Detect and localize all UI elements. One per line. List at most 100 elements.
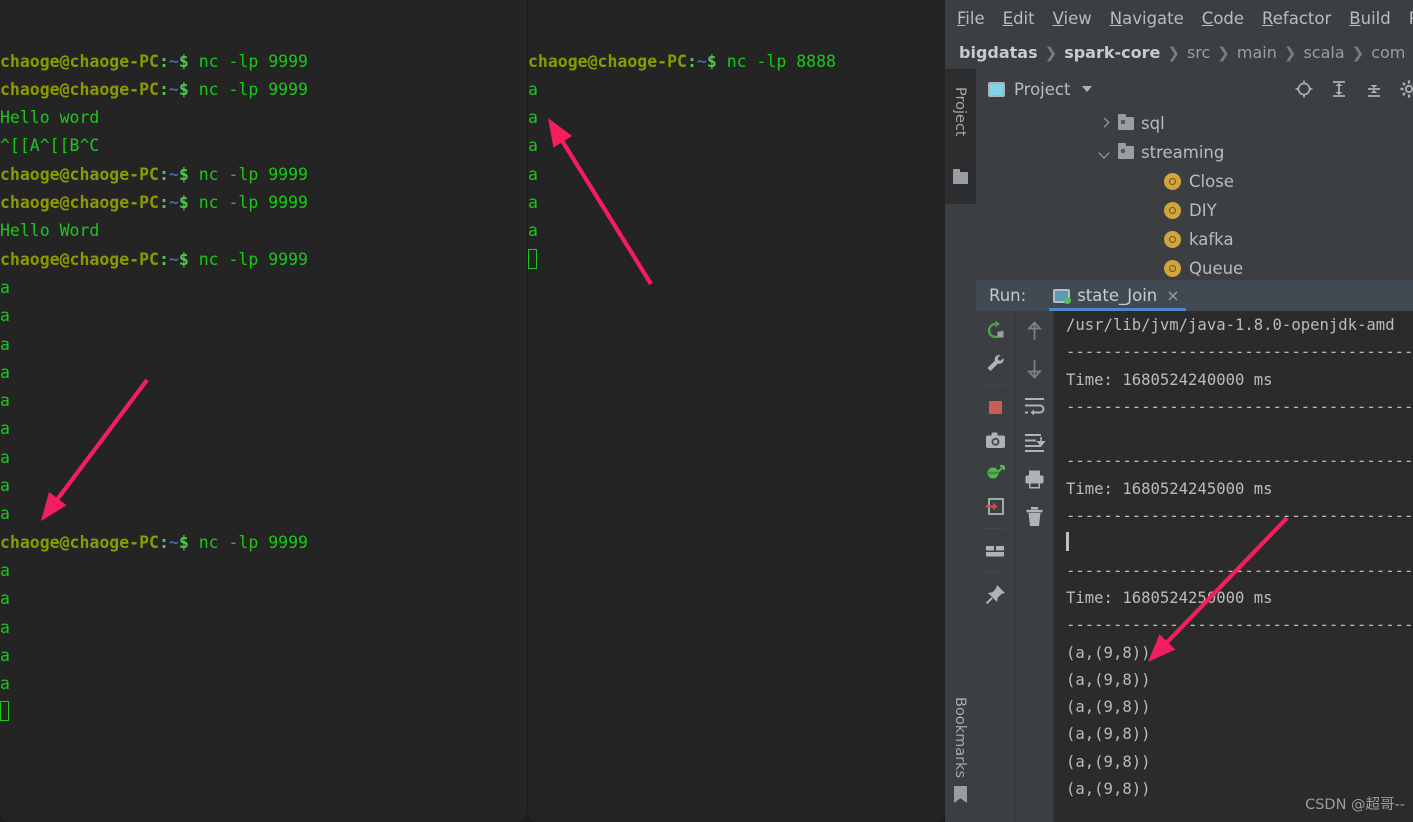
chevron-right-icon[interactable] [1098,117,1112,131]
tree-node-DIY[interactable]: DIY [976,196,1413,225]
terminal-command: nc -lp 9999 [188,79,308,99]
terminal-prompt-line: chaoge@chaoge-PC:~$ nc -lp 9999 [0,246,527,274]
folder-icon [953,169,968,184]
terminal-left-output[interactable]: chaoge@chaoge-PC:~$ nc -lp 9999 chaoge@ch… [0,48,527,727]
breadcrumb-item-src[interactable]: src [1187,43,1210,62]
terminal-output-line: Hello word [0,104,527,132]
tool-window-button-project[interactable]: Project [952,87,968,137]
terminal-path: ~ [168,249,179,269]
terminal-output-text: a [0,447,10,467]
collapse-all-icon[interactable] [1364,79,1384,99]
terminal-output-line: a [0,670,527,698]
soft-wrap-icon[interactable] [1023,394,1046,417]
terminal-middle-window[interactable]: chaoge@chaoge-PC:~$ nc -lp 8888 a a a a a a [528,0,945,822]
toolbar-separator [984,385,1006,386]
terminal-prompt-line: chaoge@chaoge-PC:~$ nc -lp 8888 [528,48,945,76]
terminal-middle-output[interactable]: chaoge@chaoge-PC:~$ nc -lp 8888 a a a a a a [528,48,945,274]
terminal-path: ~ [168,79,179,99]
layout-icon[interactable] [984,539,1007,562]
expand-all-icon[interactable] [1329,79,1349,99]
rerun-icon[interactable] [984,319,1007,342]
arrow-up-icon[interactable] [1023,320,1046,343]
run-tab-state-join[interactable]: state_Join × [1049,280,1186,311]
terminal-dollar: $ [706,51,717,71]
pin-icon[interactable] [984,583,1007,606]
console-line: ------------------------------------- [1066,561,1413,580]
arrow-down-icon[interactable] [1023,357,1046,380]
menu-item-build[interactable]: Build [1349,9,1390,28]
export-icon[interactable] [984,495,1007,518]
terminal-dollar: $ [178,249,189,269]
menu-item-code[interactable]: Code [1202,9,1244,28]
terminal-output-line: a [0,642,527,670]
run-console-output[interactable]: /usr/lib/jvm/java-1.8.0-openjdk-amd -----… [1054,311,1413,822]
breadcrumb-item-com[interactable]: com [1371,43,1405,62]
scroll-to-end-icon[interactable] [1023,431,1046,454]
chevron-down-icon[interactable] [1098,146,1112,160]
project-tree[interactable]: sql streaming Close DIY kafka Queue [976,109,1413,280]
terminal-command: nc -lp 8888 [716,51,836,71]
console-line: ------------------------------------- [1066,507,1413,526]
tree-node-Close[interactable]: Close [976,167,1413,196]
scala-object-icon [1164,173,1181,190]
terminal-output-line: a [0,500,527,528]
terminal-command: nc -lp 9999 [188,249,308,269]
run-config-icon [1053,288,1072,304]
run-label: Run: [989,286,1027,305]
tree-node-label: kafka [1189,230,1234,249]
menu-item-edit[interactable]: Edit [1003,9,1035,28]
breadcrumb-item-scala[interactable]: scala [1303,43,1344,62]
stop-icon[interactable] [984,396,1007,419]
console-line: Time: 1680524245000 ms [1066,479,1273,498]
terminal-left-window[interactable]: chaoge@chaoge-PC:~$ nc -lp 9999 chaoge@ch… [0,0,527,822]
folder-icon [1118,114,1134,130]
breadcrumb-item-main[interactable]: main [1237,43,1277,62]
terminal-dollar: $ [178,79,189,99]
terminal-host: chaoge@chaoge-PC [0,51,159,71]
print-icon[interactable] [1023,468,1046,491]
terminal-output-text: a [0,306,10,326]
close-icon[interactable]: × [1166,286,1179,305]
terminal-prompt-line: chaoge@chaoge-PC:~$ nc -lp 9999 [0,76,527,104]
tool-window-button-bookmarks[interactable]: Bookmarks [952,697,968,778]
thread-dump-icon[interactable] [984,462,1007,485]
screenshot-root: chaoge@chaoge-PC:~$ nc -lp 9999 chaoge@ch… [0,0,1413,822]
terminal-colon: : [686,51,697,71]
run-toolbar-secondary [1015,311,1054,822]
terminal-colon: : [158,79,169,99]
menu-item-run[interactable]: Run [1409,9,1413,28]
menu-item-navigate[interactable]: Navigate [1110,9,1184,28]
terminal-colon: : [158,249,169,269]
tree-node-label: sql [1141,114,1165,133]
tree-node-streaming[interactable]: streaming [976,138,1413,167]
terminal-path: ~ [696,51,707,71]
settings-wrench-icon[interactable] [984,352,1007,375]
tree-node-kafka[interactable]: kafka [976,225,1413,254]
breadcrumb: bigdatas❯spark-core❯src❯main❯scala❯com❯a… [945,36,1413,69]
scala-object-icon [1164,231,1181,248]
terminal-output-line: a [0,614,527,642]
tree-node-label: Queue [1189,259,1244,278]
terminal-output-text: a [528,164,538,184]
gear-icon[interactable] [1399,79,1413,99]
console-line: (a,(9,8)) [1066,670,1151,689]
menu-item-file[interactable]: File [957,9,985,28]
console-line [1066,530,1413,557]
trash-icon[interactable] [1023,505,1046,528]
terminal-colon: : [158,532,169,552]
menu-item-refactor[interactable]: Refactor [1262,9,1331,28]
console-line: ------------------------------------- [1066,397,1413,416]
menu-item-view[interactable]: View [1053,9,1092,28]
camera-icon[interactable] [984,429,1007,452]
tree-node-Queue[interactable]: Queue [976,254,1413,283]
terminal-output-line: ^[[A^[[B^C [0,132,527,160]
console-line: ------------------------------------- [1066,616,1413,635]
locate-icon[interactable] [1294,79,1314,99]
terminal-dollar: $ [178,193,189,213]
tree-node-sql[interactable]: sql [976,109,1413,138]
terminal-output-text: a [0,476,10,496]
breadcrumb-item-bigdatas[interactable]: bigdatas [959,43,1038,62]
terminal-command: nc -lp 9999 [188,51,308,71]
breadcrumb-item-spark-core[interactable]: spark-core [1064,43,1160,62]
chevron-down-icon[interactable] [1082,86,1093,92]
